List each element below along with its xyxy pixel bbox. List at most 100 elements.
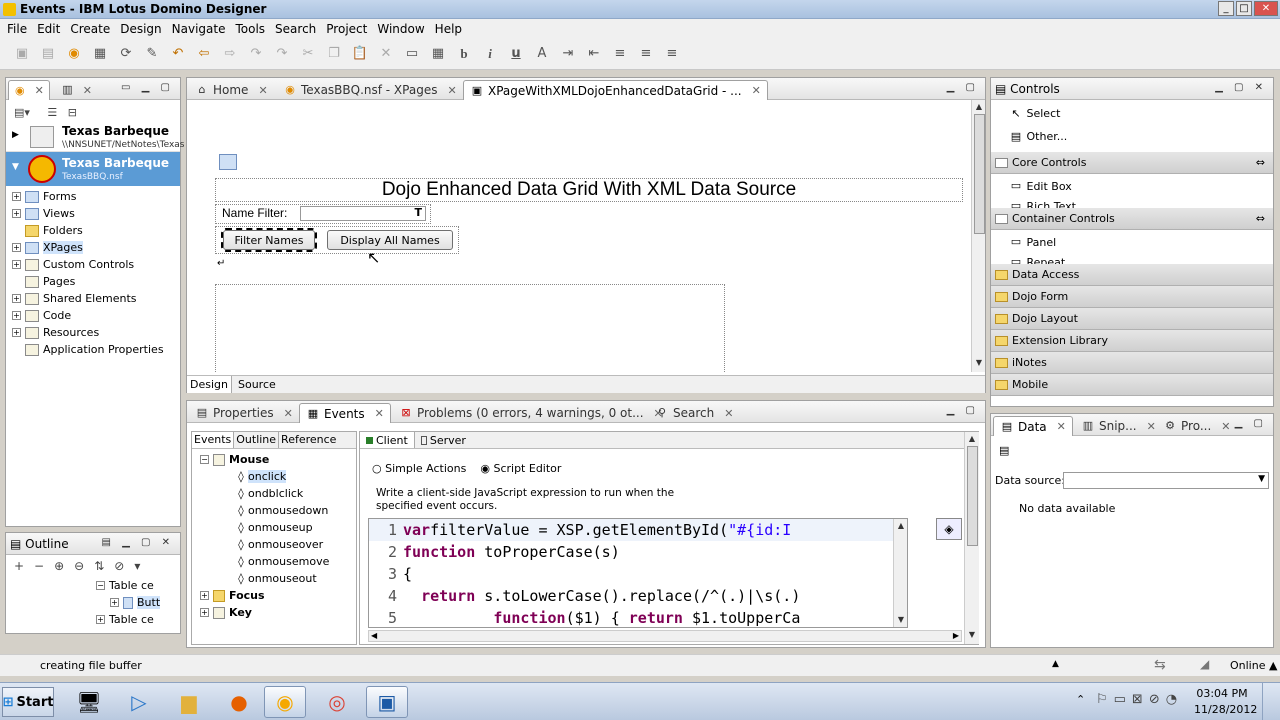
font-size-icon[interactable]: A: [534, 46, 550, 62]
outdent-icon[interactable]: ⇤: [586, 46, 602, 62]
simple-actions-radio[interactable]: ○ Simple Actions: [372, 462, 466, 475]
tab-projects[interactable]: ▥ ✕: [56, 80, 98, 100]
preview-icon[interactable]: ▦: [92, 46, 108, 62]
close-icon[interactable]: ✕: [447, 84, 456, 97]
data-toolbar-icon[interactable]: ▤: [999, 444, 1009, 457]
show-desktop-button[interactable]: [1262, 683, 1278, 720]
close-button[interactable]: ✕: [1254, 1, 1278, 16]
panel-controls-icon[interactable]: ▁ ▢: [947, 405, 979, 416]
category-data-access[interactable]: Data Access: [991, 264, 1273, 286]
display-all-names-button[interactable]: Display All Names: [327, 230, 453, 250]
script-dialog-icon[interactable]: ◈: [936, 518, 962, 540]
taskbar-firefox-icon[interactable]: ●: [218, 686, 260, 718]
panel-controls-icon[interactable]: ▁ ▢ ✕: [1215, 82, 1267, 93]
align-left-icon[interactable]: ≡: [612, 46, 628, 62]
tab-client[interactable]: Client: [360, 432, 415, 448]
menu-edit[interactable]: Edit: [32, 22, 65, 36]
category-core-controls[interactable]: Core Controls ⇔: [991, 152, 1273, 174]
app-entry[interactable]: ▶ Texas Barbeque \\NNSUNET/NetNotes\Texa…: [6, 122, 184, 152]
collapse-icon[interactable]: ⊟: [68, 106, 77, 119]
code-line[interactable]: 3{: [369, 563, 907, 585]
subtab-outline[interactable]: Outline: [234, 432, 280, 448]
outline-row[interactable]: + Butt: [6, 594, 180, 611]
expand-all-icon[interactable]: +−⊕⊖⇅⊘▾: [14, 559, 150, 573]
event-onmouseover[interactable]: ◊ onmouseover: [200, 536, 356, 553]
clock-time[interactable]: 03:04 PM: [1196, 687, 1248, 700]
menu-design[interactable]: Design: [115, 22, 166, 36]
save-icon[interactable]: ▣: [14, 46, 30, 62]
tree-item-xpages[interactable]: + XPages: [12, 239, 180, 256]
minimize-button[interactable]: _: [1218, 1, 1234, 16]
category-extension-library[interactable]: Extension Library: [991, 330, 1273, 352]
panel-controls-icon[interactable]: ▭ ▁ ▢: [121, 82, 174, 93]
taskbar-notes-icon[interactable]: ◉: [264, 686, 306, 718]
delete-icon[interactable]: ✕: [378, 46, 394, 62]
tray-expand-icon[interactable]: ⌃: [1076, 693, 1085, 706]
forward-icon[interactable]: ⇨: [222, 46, 238, 62]
tray-icons[interactable]: ⚐▭⊠⊘◔: [1096, 692, 1183, 707]
event-onmouseup[interactable]: ◊ onmouseup: [200, 519, 356, 536]
tree-item-shared-elements[interactable]: + Shared Elements: [12, 290, 180, 307]
redo2-icon[interactable]: ↷: [274, 46, 290, 62]
tab-problems[interactable]: ⊠ Problems (0 errors, 4 warnings, 0 ot...…: [393, 403, 669, 423]
control-select[interactable]: ↖ Select: [1009, 102, 1273, 125]
subtab-reference[interactable]: Reference: [279, 432, 338, 448]
tab-properties-short[interactable]: ⚙ Pro... ✕: [1157, 416, 1237, 436]
align-right-icon[interactable]: ≡: [638, 46, 654, 62]
design-canvas[interactable]: Dojo Enhanced Data Grid With XML Data So…: [187, 100, 985, 372]
tree-item-forms[interactable]: + Forms: [12, 188, 180, 205]
tab-snippets[interactable]: ▥ Snip... ✕: [1075, 416, 1162, 436]
script-scrollbar[interactable]: ▲ ▼: [964, 432, 979, 644]
category-dojo-form[interactable]: Dojo Form: [991, 286, 1273, 308]
back-icon[interactable]: ⇦: [196, 46, 212, 62]
code-line[interactable]: 4 return s.toLowerCase().replace(/^(.)|\…: [369, 585, 907, 607]
event-onmouseout[interactable]: ◊ onmouseout: [200, 570, 356, 587]
name-filter-input[interactable]: T: [300, 206, 426, 221]
code-hscrollbar[interactable]: ◀ ▶: [368, 630, 962, 642]
category-container-controls[interactable]: Container Controls ⇔: [991, 208, 1273, 230]
tree-item-resources[interactable]: + Resources: [12, 324, 180, 341]
group-mouse[interactable]: − Mouse: [200, 451, 356, 468]
tab-data[interactable]: ▤ Data ✕: [993, 416, 1073, 436]
filter-names-button[interactable]: Filter Names: [221, 228, 317, 252]
align-center-icon[interactable]: ≡: [664, 46, 680, 62]
control-panel[interactable]: ▭ Panel: [1009, 232, 1273, 252]
menu-create[interactable]: Create: [65, 22, 115, 36]
paste-icon[interactable]: 📋: [352, 46, 368, 62]
event-onmousedown[interactable]: ◊ onmousedown: [200, 502, 356, 519]
control-edit-box[interactable]: ▭ Edit Box: [1009, 176, 1273, 196]
taskbar-server-icon[interactable]: 🖥: [68, 686, 110, 718]
tab-design[interactable]: Design: [187, 376, 232, 393]
close-icon[interactable]: ✕: [1221, 420, 1230, 433]
menu-file[interactable]: File: [2, 22, 32, 36]
scroll-up-icon[interactable]: ▲: [894, 521, 907, 533]
tab-source[interactable]: Source: [232, 376, 282, 393]
scroll-up-icon[interactable]: ▲: [972, 102, 985, 114]
close-icon[interactable]: ✕: [375, 407, 384, 420]
tree-item-folders[interactable]: Folders: [12, 222, 180, 239]
close-icon[interactable]: ✕: [35, 84, 44, 97]
tree-item-code[interactable]: + Code: [12, 307, 180, 324]
maximize-button[interactable]: □: [1236, 1, 1252, 16]
indent-icon[interactable]: ⇥: [560, 46, 576, 62]
menu-window[interactable]: Window: [372, 22, 429, 36]
menu-project[interactable]: Project: [321, 22, 372, 36]
tab-events[interactable]: ▦ Events ✕: [299, 403, 391, 423]
underline-icon[interactable]: u: [508, 46, 524, 62]
tab-search[interactable]: ⚲ Search ✕: [649, 403, 739, 423]
menu-tools[interactable]: Tools: [230, 22, 270, 36]
save-all-icon[interactable]: ▤: [40, 46, 56, 62]
menu-search[interactable]: Search: [270, 22, 321, 36]
menu-help[interactable]: Help: [430, 22, 467, 36]
code-line[interactable]: 2 function toProperCase(s): [369, 541, 907, 563]
category-mobile[interactable]: Mobile: [991, 374, 1273, 396]
close-icon[interactable]: ✕: [83, 84, 92, 97]
tree-item-custom-controls[interactable]: + Custom Controls: [12, 256, 180, 273]
notes-icon[interactable]: ◉: [66, 46, 82, 62]
tab-xpage-editor[interactable]: ▣ XPageWithXMLDojoEnhancedDataGrid - ... ✕: [463, 80, 768, 100]
italic-icon[interactable]: i: [482, 46, 498, 62]
event-ondblclick[interactable]: ◊ ondblclick: [200, 485, 356, 502]
copy-icon[interactable]: ❐: [326, 46, 342, 62]
frame-icon[interactable]: ▭: [404, 46, 420, 62]
tools-icon[interactable]: ✎: [144, 46, 160, 62]
